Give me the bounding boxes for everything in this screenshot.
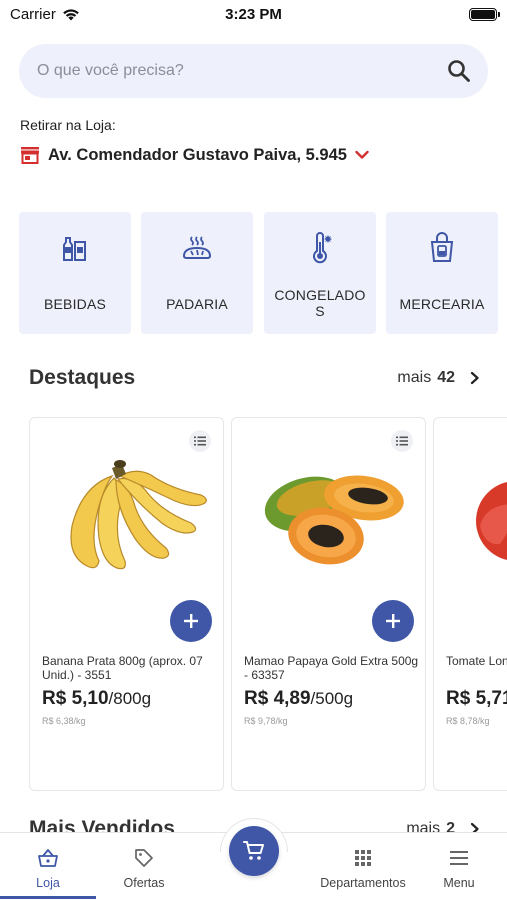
product-price: R$ 5,10/800g [42, 688, 151, 710]
product-card[interactable]: Tomate Long (aprox. 05 U R$ 5,71 R$ 8,78… [433, 417, 507, 791]
category-list: BEBIDAS PADARIA CONGELADO S MERCEARIA [19, 212, 507, 334]
see-more-label: mais [397, 369, 432, 386]
product-unit-price: R$ 9,78/kg [244, 716, 288, 726]
bottles-icon [63, 237, 86, 261]
plus-icon [184, 614, 198, 628]
store-icon [21, 147, 39, 164]
tag-icon [135, 849, 153, 867]
nav-departamentos[interactable]: Departamentos [310, 833, 416, 900]
tomato-image [476, 482, 507, 560]
search-bar[interactable] [19, 44, 488, 98]
product-name[interactable]: Mamao Papaya Gold Extra 500g - 63357 [244, 654, 419, 682]
search-input[interactable] [37, 44, 437, 98]
see-more-count: 42 [437, 369, 455, 386]
category-label: CONGELADO S [268, 287, 372, 319]
product-name[interactable]: Tomate Long (aprox. 05 U [446, 654, 507, 668]
product-unit-price: R$ 8,78/kg [446, 716, 490, 726]
thermometer-icon [313, 232, 332, 264]
plus-icon [386, 614, 400, 628]
active-tab-indicator [0, 896, 96, 899]
product-price: R$ 5,71 [446, 688, 507, 710]
category-label: PADARIA [166, 296, 228, 312]
papaya-image [264, 475, 404, 565]
product-name[interactable]: Banana Prata 800g (aprox. 07 Unid.) - 35… [42, 654, 217, 682]
product-price: R$ 4,89/500g [244, 688, 353, 710]
category-mercearia[interactable]: MERCEARIA [386, 212, 498, 334]
chevron-right-icon [470, 371, 479, 385]
search-icon[interactable] [446, 58, 472, 84]
basket-icon [38, 849, 58, 867]
hamburger-menu-icon [450, 851, 468, 865]
add-to-cart-button[interactable] [170, 600, 212, 642]
product-card[interactable]: Mamao Papaya Gold Extra 500g - 63357 R$ … [231, 417, 426, 791]
product-carousel[interactable]: Banana Prata 800g (aprox. 07 Unid.) - 35… [29, 417, 507, 791]
see-more-destaques[interactable]: mais 42 [397, 369, 481, 387]
grocery-bag-icon [430, 232, 454, 262]
category-padaria[interactable]: PADARIA [141, 212, 253, 334]
nav-label: Loja [36, 876, 60, 890]
store-address[interactable]: Av. Comendador Gustavo Paiva, 5.945 [48, 146, 347, 165]
category-label-text: CONGELADO S [274, 287, 366, 319]
category-congelados[interactable]: CONGELADO S [264, 212, 376, 334]
category-label: BEBIDAS [43, 296, 107, 312]
nav-label: Departamentos [320, 876, 406, 890]
bread-icon [182, 236, 212, 259]
banana-image [70, 460, 207, 570]
nav-label: Ofertas [123, 876, 165, 890]
add-to-cart-button[interactable] [372, 600, 414, 642]
category-bebidas[interactable]: BEBIDAS [19, 212, 131, 334]
chevron-down-icon[interactable] [355, 150, 369, 160]
status-bar: Carrier 3:23 PM [0, 0, 507, 30]
nav-menu[interactable]: Menu [416, 833, 502, 900]
cart-button[interactable] [229, 826, 279, 876]
clock: 3:23 PM [225, 6, 282, 23]
section-title-destaques: Destaques [29, 366, 136, 389]
product-unit-price: R$ 6,38/kg [42, 716, 86, 726]
price-value: R$ 5,71 [446, 688, 507, 709]
nav-loja[interactable]: Loja [0, 833, 96, 900]
nav-label: Menu [443, 876, 475, 890]
price-unit: /500g [310, 689, 354, 708]
price-value: R$ 5,10 [42, 688, 109, 709]
product-card[interactable]: Banana Prata 800g (aprox. 07 Unid.) - 35… [29, 417, 224, 791]
nav-ofertas[interactable]: Ofertas [96, 833, 192, 900]
grid-icon [355, 850, 371, 866]
price-unit: /800g [108, 689, 152, 708]
cart-icon [243, 841, 264, 860]
pickup-label: Retirar na Loja: [20, 117, 116, 133]
price-value: R$ 4,89 [244, 688, 311, 709]
battery-icon [469, 8, 500, 21]
store-selector[interactable]: Av. Comendador Gustavo Paiva, 5.945 [20, 143, 369, 167]
category-label: MERCEARIA [399, 296, 485, 312]
